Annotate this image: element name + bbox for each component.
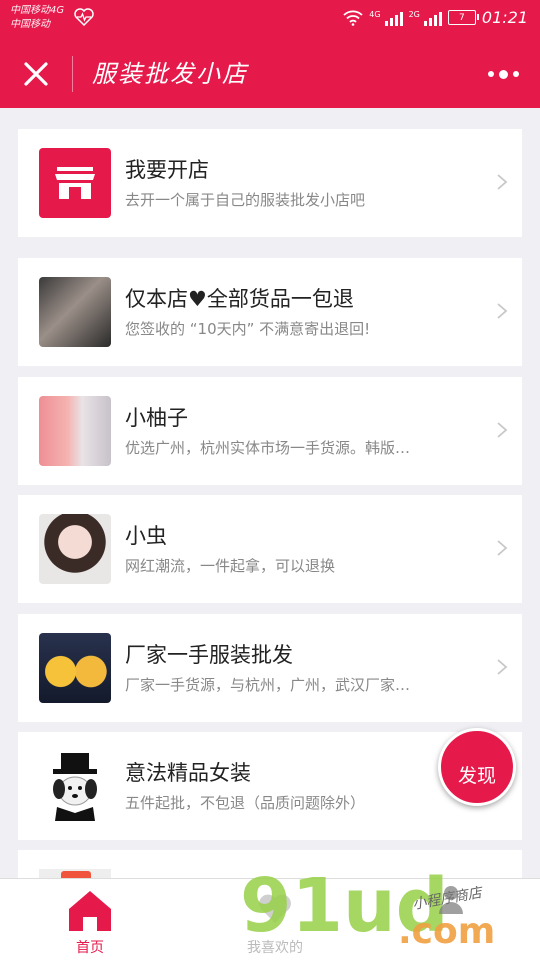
store-avatar bbox=[39, 277, 111, 347]
shop-icon bbox=[55, 167, 95, 199]
card-subtitle: 网红潮流，一件起拿，可以退换 bbox=[125, 557, 336, 575]
carrier-primary: 中国移动4G bbox=[10, 5, 65, 16]
title-divider bbox=[72, 56, 73, 92]
store-card[interactable]: 仅本店♥全部货品一包退 您签收的 “10天内” 不满意寄出退回! bbox=[18, 258, 522, 366]
chevron-right-icon bbox=[497, 659, 508, 675]
more-dot-icon bbox=[487, 71, 494, 77]
card-subtitle: 厂家一手货源，与杭州，广州，武汉厂家… bbox=[125, 676, 411, 694]
signal-2g-icon: 2G bbox=[409, 10, 442, 26]
wifi-icon bbox=[343, 10, 363, 26]
card-subtitle: 优选广州，杭州实体市场一手货源。韩版… bbox=[125, 439, 411, 457]
clock: 01:21 bbox=[481, 8, 528, 27]
tab-home[interactable]: 首页 bbox=[60, 885, 120, 956]
tab-home-label: 首页 bbox=[76, 940, 104, 956]
card-title: 小虫 bbox=[125, 524, 167, 548]
more-options-button[interactable] bbox=[486, 64, 520, 84]
chevron-right-icon bbox=[497, 540, 508, 556]
close-button[interactable] bbox=[18, 56, 54, 92]
carrier-info: 中国移动4G 中国移动 bbox=[10, 4, 64, 32]
more-dot-icon bbox=[498, 69, 508, 79]
person-icon bbox=[439, 886, 463, 914]
card-title: 仅本店♥全部货品一包退 bbox=[125, 287, 354, 311]
battery-icon: 7 bbox=[447, 10, 479, 25]
store-avatar bbox=[39, 751, 111, 821]
battery-level: 7 bbox=[459, 12, 465, 23]
home-icon bbox=[69, 891, 111, 931]
signal-4g-icon: 4G bbox=[369, 9, 403, 26]
card-title: 厂家一手服装批发 bbox=[125, 643, 293, 667]
heart-rate-icon bbox=[74, 8, 94, 26]
carrier-secondary: 中国移动 bbox=[10, 19, 50, 30]
store-avatar bbox=[39, 514, 111, 584]
watermark-domain: .com bbox=[398, 911, 496, 952]
store-card[interactable]: 厂家一手服装批发 厂家一手货源，与杭州，广州，武汉厂家… bbox=[18, 614, 522, 722]
card-subtitle: 五件起批，不包退（品质问题除外） bbox=[125, 794, 366, 812]
store-icon bbox=[39, 148, 111, 218]
chevron-right-icon bbox=[497, 174, 508, 190]
card-subtitle: 您签收的 “10天内” 不满意寄出退回! bbox=[125, 320, 371, 338]
status-bar: 中国移动4G 中国移动 4G 2G 7 01:21 bbox=[0, 0, 540, 40]
card-title: 意法精品女装 bbox=[125, 761, 251, 785]
card-subtitle: 去开一个属于自己的服装批发小店吧 bbox=[125, 191, 366, 209]
card-title: 小柚子 bbox=[125, 406, 188, 430]
close-icon bbox=[24, 62, 48, 86]
signal-2g-label: 2G bbox=[408, 9, 420, 19]
dog-with-hat-icon bbox=[53, 753, 97, 821]
chevron-right-icon bbox=[497, 422, 508, 438]
store-card[interactable]: 小虫 网红潮流，一件起拿，可以退换 bbox=[18, 495, 522, 603]
card-title: 我要开店 bbox=[125, 158, 209, 182]
more-dot-icon bbox=[512, 71, 519, 77]
store-card[interactable]: 小柚子 优选广州，杭州实体市场一手货源。韩版… bbox=[18, 377, 522, 485]
store-avatar bbox=[39, 396, 111, 466]
status-indicators: 4G 2G 7 01:21 bbox=[343, 8, 528, 27]
signal-4g-label: 4G bbox=[369, 9, 381, 19]
page-title: 服装批发小店 bbox=[92, 60, 248, 88]
discover-button[interactable]: 发现 bbox=[438, 728, 516, 806]
chevron-right-icon bbox=[497, 303, 508, 319]
store-avatar bbox=[39, 633, 111, 703]
open-store-card[interactable]: 我要开店 去开一个属于自己的服装批发小店吧 bbox=[18, 129, 522, 237]
title-bar: 服装批发小店 bbox=[0, 40, 540, 108]
